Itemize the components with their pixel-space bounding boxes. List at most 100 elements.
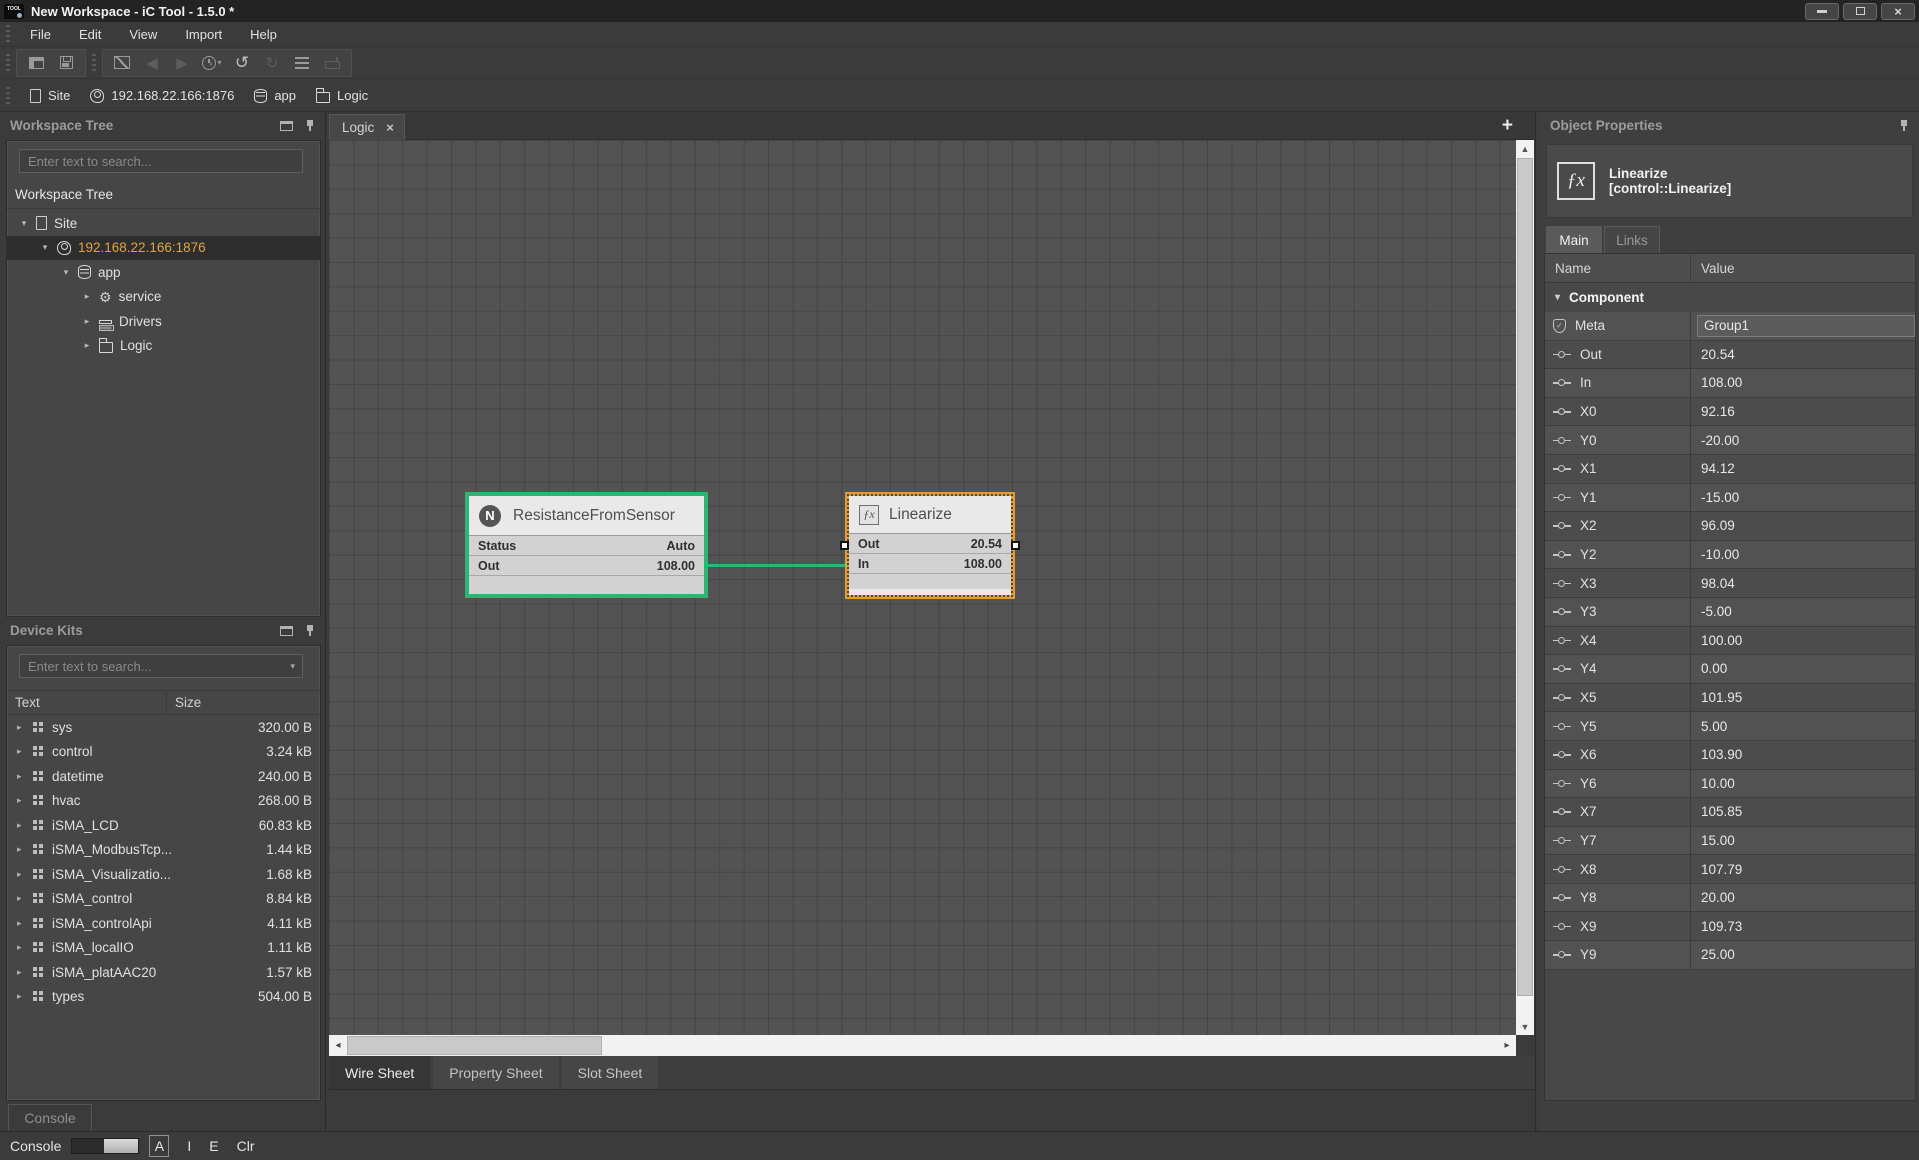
console-clear-button[interactable]: Clr [237,1138,255,1154]
vertical-scrollbar[interactable]: ▲ ▼ [1516,140,1534,1035]
property-row-y8[interactable]: Y8 20.00 [1545,884,1915,913]
property-row-x9[interactable]: X9 109.73 [1545,912,1915,941]
property-row-y4[interactable]: Y4 0.00 [1545,655,1915,684]
expand-arrow-icon[interactable]: ▸ [17,893,25,904]
expand-arrow-icon[interactable]: ▸ [17,991,25,1002]
device-kits-search-input[interactable] [19,654,303,678]
panel-restore-icon[interactable] [280,121,293,131]
panel-restore-icon[interactable] [280,626,293,636]
expand-arrow-icon[interactable]: ▸ [17,820,25,831]
block-slot-status[interactable]: Status Auto [469,536,704,556]
back-button[interactable]: ◀ [139,51,165,75]
expand-arrow-icon[interactable]: ▸ [17,844,25,855]
kit-row-types[interactable]: ▸types504.00 B [7,985,320,1010]
property-row-y2[interactable]: Y2 -10.00 [1545,541,1915,570]
property-row-y1[interactable]: Y1 -15.00 [1545,484,1915,513]
scroll-down-icon[interactable]: ▼ [1516,1018,1534,1035]
kit-row-isma-localio[interactable]: ▸iSMA_localIO1.11 kB [7,936,320,961]
tree-node-device[interactable]: ▾ 192.168.22.166:1876 [7,236,320,261]
kit-row-datetime[interactable]: ▸datetime240.00 B [7,764,320,789]
console-panel-tab[interactable]: Console [8,1104,92,1131]
combo-dropdown-icon[interactable]: ▾ [290,661,295,672]
scroll-left-icon[interactable]: ◂ [329,1035,347,1056]
tab-wire-sheet[interactable]: Wire Sheet [329,1056,430,1089]
expand-arrow-icon[interactable]: ▾ [40,242,50,253]
expand-arrow-icon[interactable]: ▸ [82,340,92,351]
block-slot-in[interactable]: In 108.00 [849,554,1011,574]
kit-row-sys[interactable]: ▸sys320.00 B [7,715,320,740]
kit-row-control[interactable]: ▸control3.24 kB [7,740,320,765]
restore-button[interactable] [1843,3,1877,20]
history-button[interactable]: ▾ [199,51,225,75]
workspace-panels-button[interactable] [23,51,49,75]
block-header[interactable]: N ResistanceFromSensor [469,496,704,536]
kit-row-isma-visualization[interactable]: ▸iSMA_Visualizatio...1.68 kB [7,862,320,887]
expand-arrow-icon[interactable]: ▸ [17,771,25,782]
forward-button[interactable]: ▶ [169,51,195,75]
workspace-tree-search-input[interactable] [19,149,303,173]
expand-arrow-icon[interactable]: ▾ [1555,292,1560,303]
breadcrumb-app[interactable]: app [254,88,296,103]
toolbar-grip[interactable] [6,25,10,43]
tree-node-app[interactable]: ▾ app [7,260,320,285]
expand-arrow-icon[interactable]: ▾ [61,267,71,278]
console-error-button[interactable]: E [209,1138,218,1154]
edit-button[interactable] [109,51,135,75]
breadcrumb-site[interactable]: Site [30,88,70,103]
connection-handle-right[interactable] [1011,541,1020,550]
kit-row-hvac[interactable]: ▸hvac268.00 B [7,789,320,814]
wiresheet-canvas[interactable]: N ResistanceFromSensor Status Auto Out 1… [329,140,1516,1035]
menu-view[interactable]: View [115,27,171,42]
property-row-meta[interactable]: ✓Meta Group1 [1545,312,1915,341]
scroll-right-icon[interactable]: ▸ [1498,1035,1516,1056]
close-button[interactable]: × [1881,3,1915,20]
expand-arrow-icon[interactable]: ▸ [17,746,25,757]
property-row-x5[interactable]: X5 101.95 [1545,684,1915,713]
tab-main[interactable]: Main [1546,226,1602,253]
property-row-y9[interactable]: Y9 25.00 [1545,941,1915,970]
new-tab-button[interactable]: + [1502,115,1513,137]
kit-row-isma-plataac20[interactable]: ▸iSMA_platAAC201.57 kB [7,960,320,985]
kit-row-isma-control[interactable]: ▸iSMA_control8.84 kB [7,887,320,912]
block-header[interactable]: ƒx Linearize [849,496,1011,534]
connection-handle-left[interactable] [840,541,849,550]
expand-arrow-icon[interactable]: ▸ [82,291,92,302]
expand-arrow-icon[interactable]: ▸ [17,967,25,978]
property-row-y3[interactable]: Y3 -5.00 [1545,598,1915,627]
toolbar-grip[interactable] [6,54,10,72]
column-header-value[interactable]: Value [1691,261,1735,276]
block-resistancefromsensor[interactable]: N ResistanceFromSensor Status Auto Out 1… [465,492,708,598]
meta-value-field[interactable]: Group1 [1697,315,1915,337]
console-info-button[interactable]: I [187,1138,191,1154]
expand-arrow-icon[interactable]: ▸ [17,722,25,733]
block-slot-out[interactable]: Out 108.00 [469,556,704,576]
column-header-size[interactable]: Size [167,695,201,710]
expand-arrow-icon[interactable]: ▸ [17,795,25,806]
expand-arrow-icon[interactable]: ▾ [19,218,29,229]
property-row-y6[interactable]: Y6 10.00 [1545,770,1915,799]
pin-icon[interactable] [1899,119,1909,132]
property-row-x8[interactable]: X8 107.79 [1545,855,1915,884]
tab-slot-sheet[interactable]: Slot Sheet [562,1056,659,1089]
save-button[interactable] [53,51,79,75]
property-row-y5[interactable]: Y5 5.00 [1545,712,1915,741]
menu-import[interactable]: Import [171,27,236,42]
property-row-in[interactable]: In 108.00 [1545,369,1915,398]
horizontal-scrollbar-thumb[interactable] [347,1036,602,1055]
pin-icon[interactable] [305,624,315,637]
expand-arrow-icon[interactable]: ▸ [17,942,25,953]
tree-node-drivers[interactable]: ▸ Drivers [7,309,320,334]
kit-row-isma-lcd[interactable]: ▸iSMA_LCD60.83 kB [7,813,320,838]
property-row-x0[interactable]: X0 92.16 [1545,398,1915,427]
breadcrumb-device[interactable]: 192.168.22.166:1876 [90,88,234,103]
property-row-x6[interactable]: X6 103.90 [1545,741,1915,770]
breadcrumb-logic[interactable]: Logic [316,88,368,103]
device-button[interactable] [319,51,345,75]
minimize-button[interactable] [1805,3,1839,20]
property-row-x2[interactable]: X2 96.09 [1545,512,1915,541]
toolbar-grip[interactable] [92,54,96,72]
property-row-x1[interactable]: X1 94.12 [1545,455,1915,484]
tab-logic[interactable]: Logic × [329,114,405,140]
list-button[interactable] [289,51,315,75]
menu-help[interactable]: Help [236,27,291,42]
